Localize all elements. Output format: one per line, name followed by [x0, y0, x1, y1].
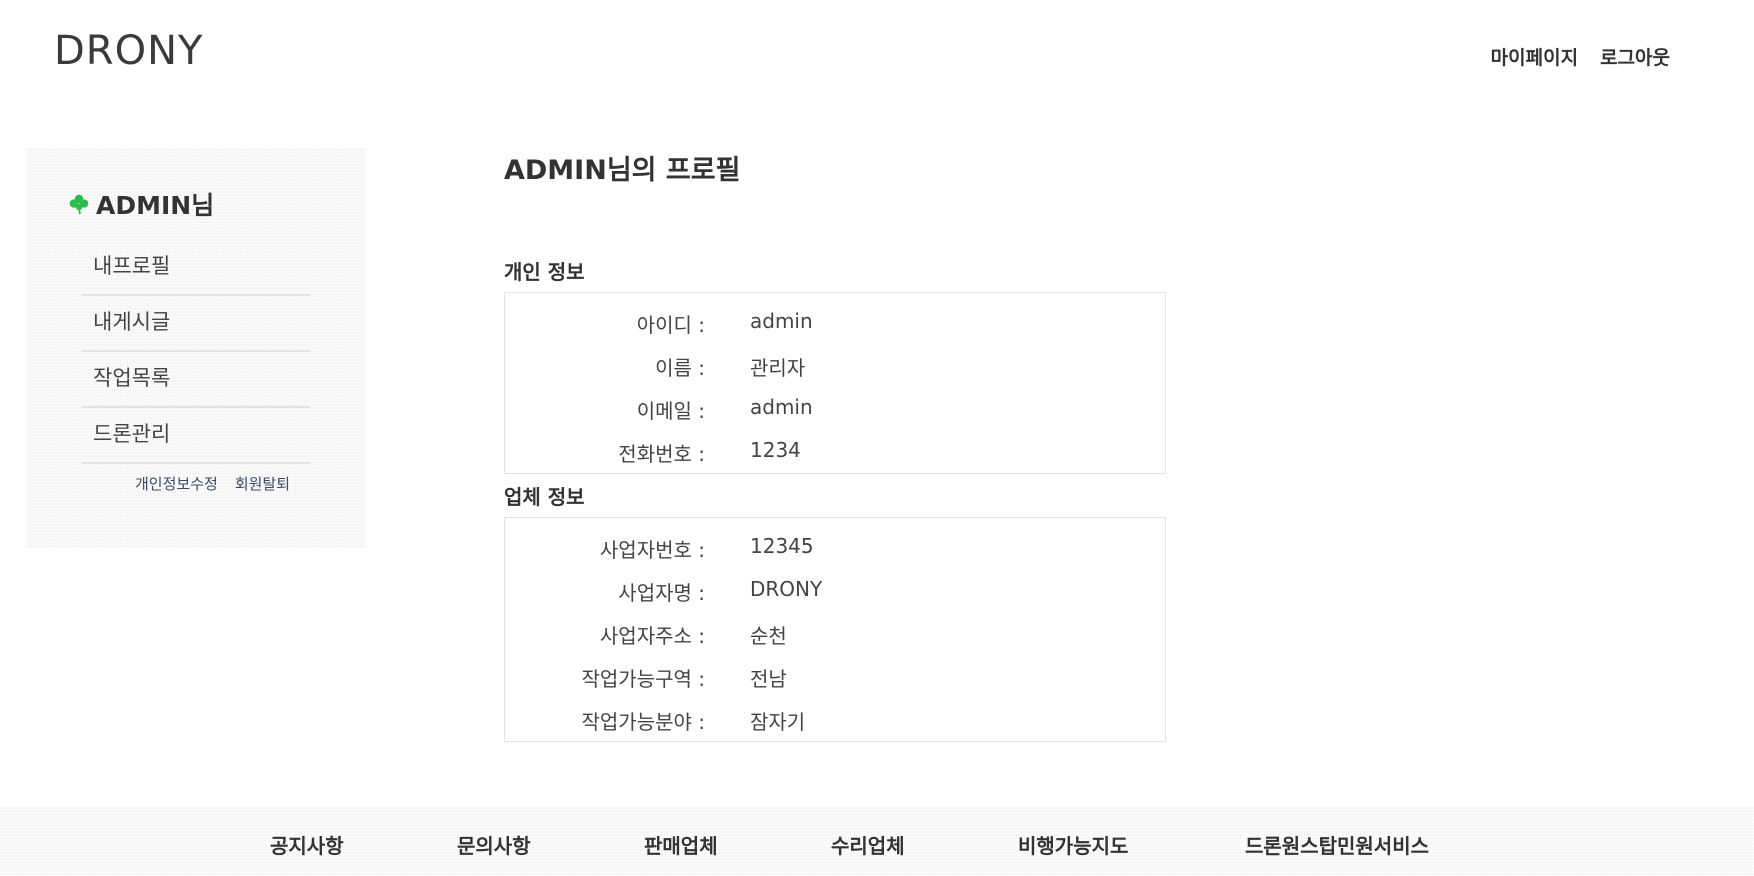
logo[interactable]: DRONY [54, 28, 203, 74]
sidebar-user-name: ADMIN님 [96, 191, 215, 220]
personal-info-title: 개인 정보 [504, 260, 585, 284]
info-label: 작업가능분야 : [581, 710, 706, 734]
logout-link[interactable]: 로그아웃 [1600, 43, 1670, 70]
top-nav: 마이페이지 로그아웃 [1491, 43, 1670, 70]
footer-link-sellers[interactable]: 판매업체 [644, 830, 718, 859]
info-label: 작업가능구역 : [581, 667, 706, 691]
info-label: 사업자명 : [618, 581, 705, 605]
footer-link-inquiry[interactable]: 문의사항 [457, 830, 531, 859]
info-row-work-field: 작업가능분야 : 잠자기 [505, 694, 1165, 737]
footer-link-notice[interactable]: 공지사항 [270, 830, 344, 859]
info-value: 1234 [750, 438, 801, 462]
sidebar-item-label: 드론관리 [93, 422, 171, 446]
info-label: 전화번호 : [618, 442, 705, 466]
info-row-email: 이메일 : admin [505, 383, 1165, 426]
clover-icon [69, 194, 89, 215]
footer-link-repair[interactable]: 수리업체 [831, 830, 905, 859]
company-info-title: 업체 정보 [504, 485, 585, 509]
info-label: 이름 : [655, 356, 705, 380]
sidebar-links: 개인정보수정 회원탈퇴 [135, 473, 290, 494]
sidebar-menu: 내프로필 내게시글 작업목록 드론관리 [82, 240, 310, 464]
info-row-business-name: 사업자명 : DRONY [505, 565, 1165, 608]
info-row-business-address: 사업자주소 : 순천 [505, 608, 1165, 651]
withdraw-link[interactable]: 회원탈퇴 [235, 473, 290, 494]
footer-link-drone-onestop[interactable]: 드론원스탑민원서비스 [1245, 830, 1429, 859]
info-value: 잠자기 [750, 710, 806, 734]
info-label: 사업자번호 : [599, 538, 705, 562]
sidebar: ADMIN님 내프로필 내게시글 작업목록 드론관리 개인정보수정 회원탈퇴 [26, 148, 366, 548]
company-info-box: 사업자번호 : 12345 사업자명 : DRONY 사업자주소 : 순천 작업… [504, 517, 1166, 742]
info-value: admin [750, 395, 813, 419]
sidebar-user: ADMIN님 [68, 186, 214, 222]
mypage-link[interactable]: 마이페이지 [1491, 43, 1578, 70]
page-title: ADMIN님의 프로필 [504, 155, 741, 186]
header: DRONY 마이페이지 로그아웃 [0, 0, 1754, 110]
info-value: admin [750, 309, 813, 333]
info-value: 전남 [750, 667, 787, 691]
footer-link-flight-map[interactable]: 비행가능지도 [1018, 830, 1128, 859]
sidebar-item-label: 내게시글 [93, 310, 171, 334]
info-value: 12345 [750, 534, 814, 558]
info-row-phone: 전화번호 : 1234 [505, 426, 1165, 469]
sidebar-item-my-posts[interactable]: 내게시글 [82, 296, 310, 352]
info-row-work-area: 작업가능구역 : 전남 [505, 651, 1165, 694]
personal-info-box: 아이디 : admin 이름 : 관리자 이메일 : admin 전화번호 : … [504, 292, 1166, 474]
info-value: DRONY [750, 577, 823, 601]
info-label: 아이디 : [636, 313, 705, 337]
edit-profile-link[interactable]: 개인정보수정 [135, 473, 218, 494]
info-value: 순천 [750, 624, 787, 648]
info-row-business-number: 사업자번호 : 12345 [505, 522, 1165, 565]
info-row-id: 아이디 : admin [505, 297, 1165, 340]
footer-nav: 공지사항 문의사항 판매업체 수리업체 비행가능지도 드론원스탑민원서비스 [0, 830, 1754, 860]
sidebar-item-work-list[interactable]: 작업목록 [82, 352, 310, 408]
info-value: 관리자 [750, 356, 806, 380]
info-row-name: 이름 : 관리자 [505, 340, 1165, 383]
sidebar-item-drone-management[interactable]: 드론관리 [82, 408, 310, 464]
footer: 공지사항 문의사항 판매업체 수리업체 비행가능지도 드론원스탑민원서비스 [0, 806, 1754, 876]
info-label: 사업자주소 : [599, 624, 705, 648]
sidebar-item-label: 내프로필 [93, 254, 171, 278]
sidebar-item-my-profile[interactable]: 내프로필 [82, 240, 310, 296]
info-label: 이메일 : [636, 399, 705, 423]
sidebar-item-label: 작업목록 [93, 366, 171, 390]
